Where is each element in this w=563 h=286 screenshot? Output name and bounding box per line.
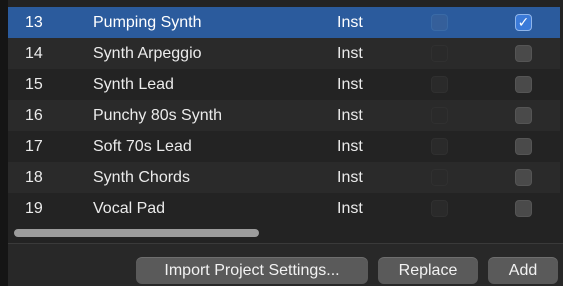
content-checkbox[interactable] bbox=[431, 138, 448, 155]
replace-button[interactable]: Replace bbox=[378, 257, 478, 284]
import-checkbox[interactable] bbox=[515, 76, 532, 93]
track-type: Inst bbox=[337, 45, 363, 62]
track-name: Vocal Pad bbox=[93, 200, 166, 217]
horizontal-scrollbar[interactable] bbox=[8, 222, 560, 242]
content-checkbox[interactable] bbox=[431, 76, 448, 93]
table-row[interactable]: 19 Vocal Pad Inst bbox=[8, 193, 560, 224]
track-table: 13 Pumping Synth Inst ✓ 14 Synth Arpeggi… bbox=[8, 7, 560, 230]
import-checkbox[interactable] bbox=[515, 45, 532, 62]
content-checkbox[interactable] bbox=[431, 45, 448, 62]
track-type: Inst bbox=[337, 76, 363, 93]
track-number: 14 bbox=[25, 45, 43, 62]
import-checkbox[interactable] bbox=[515, 200, 532, 217]
dialog-footer: Import Project Settings... Replace Add bbox=[8, 244, 563, 286]
window-edge bbox=[0, 0, 8, 286]
track-number: 18 bbox=[25, 169, 43, 186]
import-checkbox[interactable] bbox=[515, 107, 532, 124]
track-type: Inst bbox=[337, 200, 363, 217]
track-number: 17 bbox=[25, 138, 43, 155]
import-dialog: 13 Pumping Synth Inst ✓ 14 Synth Arpeggi… bbox=[0, 0, 563, 286]
table-row[interactable]: 16 Punchy 80s Synth Inst bbox=[8, 100, 560, 131]
checkmark-icon: ✓ bbox=[517, 14, 530, 30]
track-type: Inst bbox=[337, 138, 363, 155]
track-type: Inst bbox=[337, 107, 363, 124]
track-type: Inst bbox=[337, 14, 363, 31]
content-checkbox[interactable] bbox=[431, 200, 448, 217]
track-name: Pumping Synth bbox=[93, 14, 202, 31]
table-row[interactable]: 13 Pumping Synth Inst ✓ bbox=[8, 7, 560, 38]
track-number: 19 bbox=[25, 200, 43, 217]
content-checkbox[interactable] bbox=[431, 14, 448, 31]
content-checkbox[interactable] bbox=[431, 107, 448, 124]
scrollbar-thumb[interactable] bbox=[14, 229, 259, 237]
add-button[interactable]: Add bbox=[488, 257, 558, 284]
table-row[interactable]: 17 Soft 70s Lead Inst bbox=[8, 131, 560, 162]
import-project-settings-button[interactable]: Import Project Settings... bbox=[136, 257, 368, 284]
track-number: 16 bbox=[25, 107, 43, 124]
table-row[interactable]: 14 Synth Arpeggio Inst bbox=[8, 38, 560, 69]
table-row[interactable]: 15 Synth Lead Inst bbox=[8, 69, 560, 100]
track-name: Soft 70s Lead bbox=[93, 138, 192, 155]
import-checkbox[interactable] bbox=[515, 138, 532, 155]
import-checkbox[interactable] bbox=[515, 169, 532, 186]
track-name: Punchy 80s Synth bbox=[93, 107, 222, 124]
import-checkbox[interactable]: ✓ bbox=[515, 14, 532, 31]
track-name: Synth Chords bbox=[93, 169, 190, 186]
track-type: Inst bbox=[337, 169, 363, 186]
track-name: Synth Lead bbox=[93, 76, 174, 93]
content-checkbox[interactable] bbox=[431, 169, 448, 186]
track-number: 15 bbox=[25, 76, 43, 93]
table-row[interactable]: 18 Synth Chords Inst bbox=[8, 162, 560, 193]
track-name: Synth Arpeggio bbox=[93, 45, 202, 62]
track-number: 13 bbox=[25, 14, 43, 31]
